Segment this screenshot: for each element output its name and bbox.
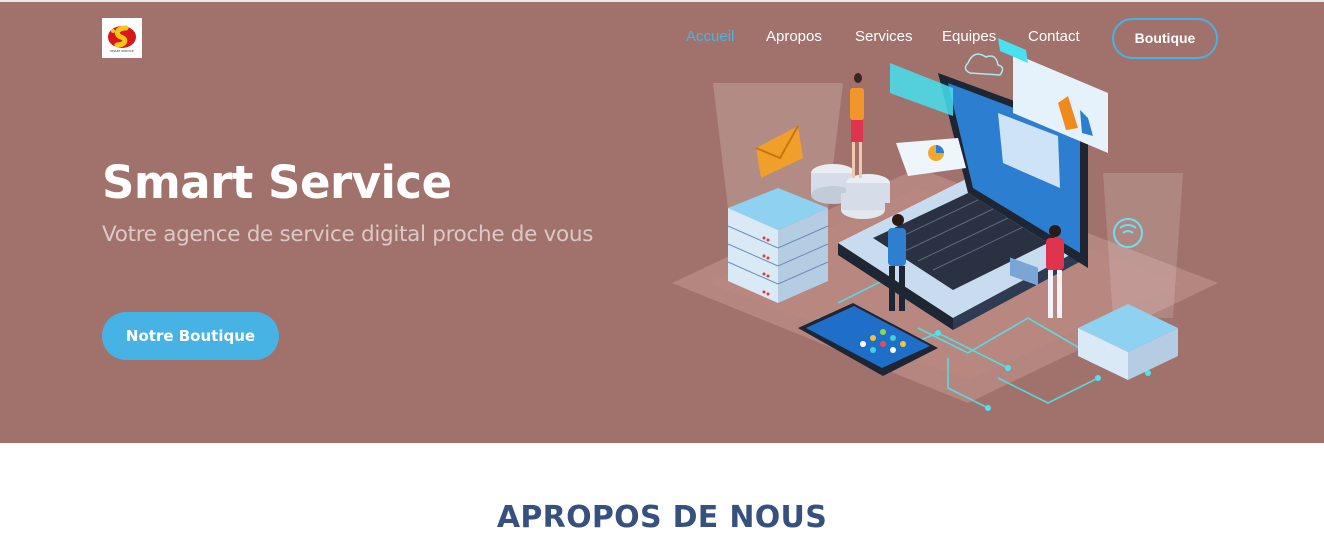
hero-section: SMART SERVICE Accueil Apropos Services E… — [0, 2, 1324, 443]
site-logo[interactable]: SMART SERVICE — [102, 18, 142, 58]
about-heading: APROPOS DE NOUS — [496, 500, 828, 535]
logo-text: SMART SERVICE — [110, 49, 134, 53]
hero-title: Smart Service — [102, 156, 452, 209]
hero-subtitle: Votre agence de service digital proche d… — [102, 222, 594, 247]
hero-illustration — [672, 38, 1218, 411]
notre-boutique-button[interactable]: Notre Boutique — [102, 312, 279, 360]
